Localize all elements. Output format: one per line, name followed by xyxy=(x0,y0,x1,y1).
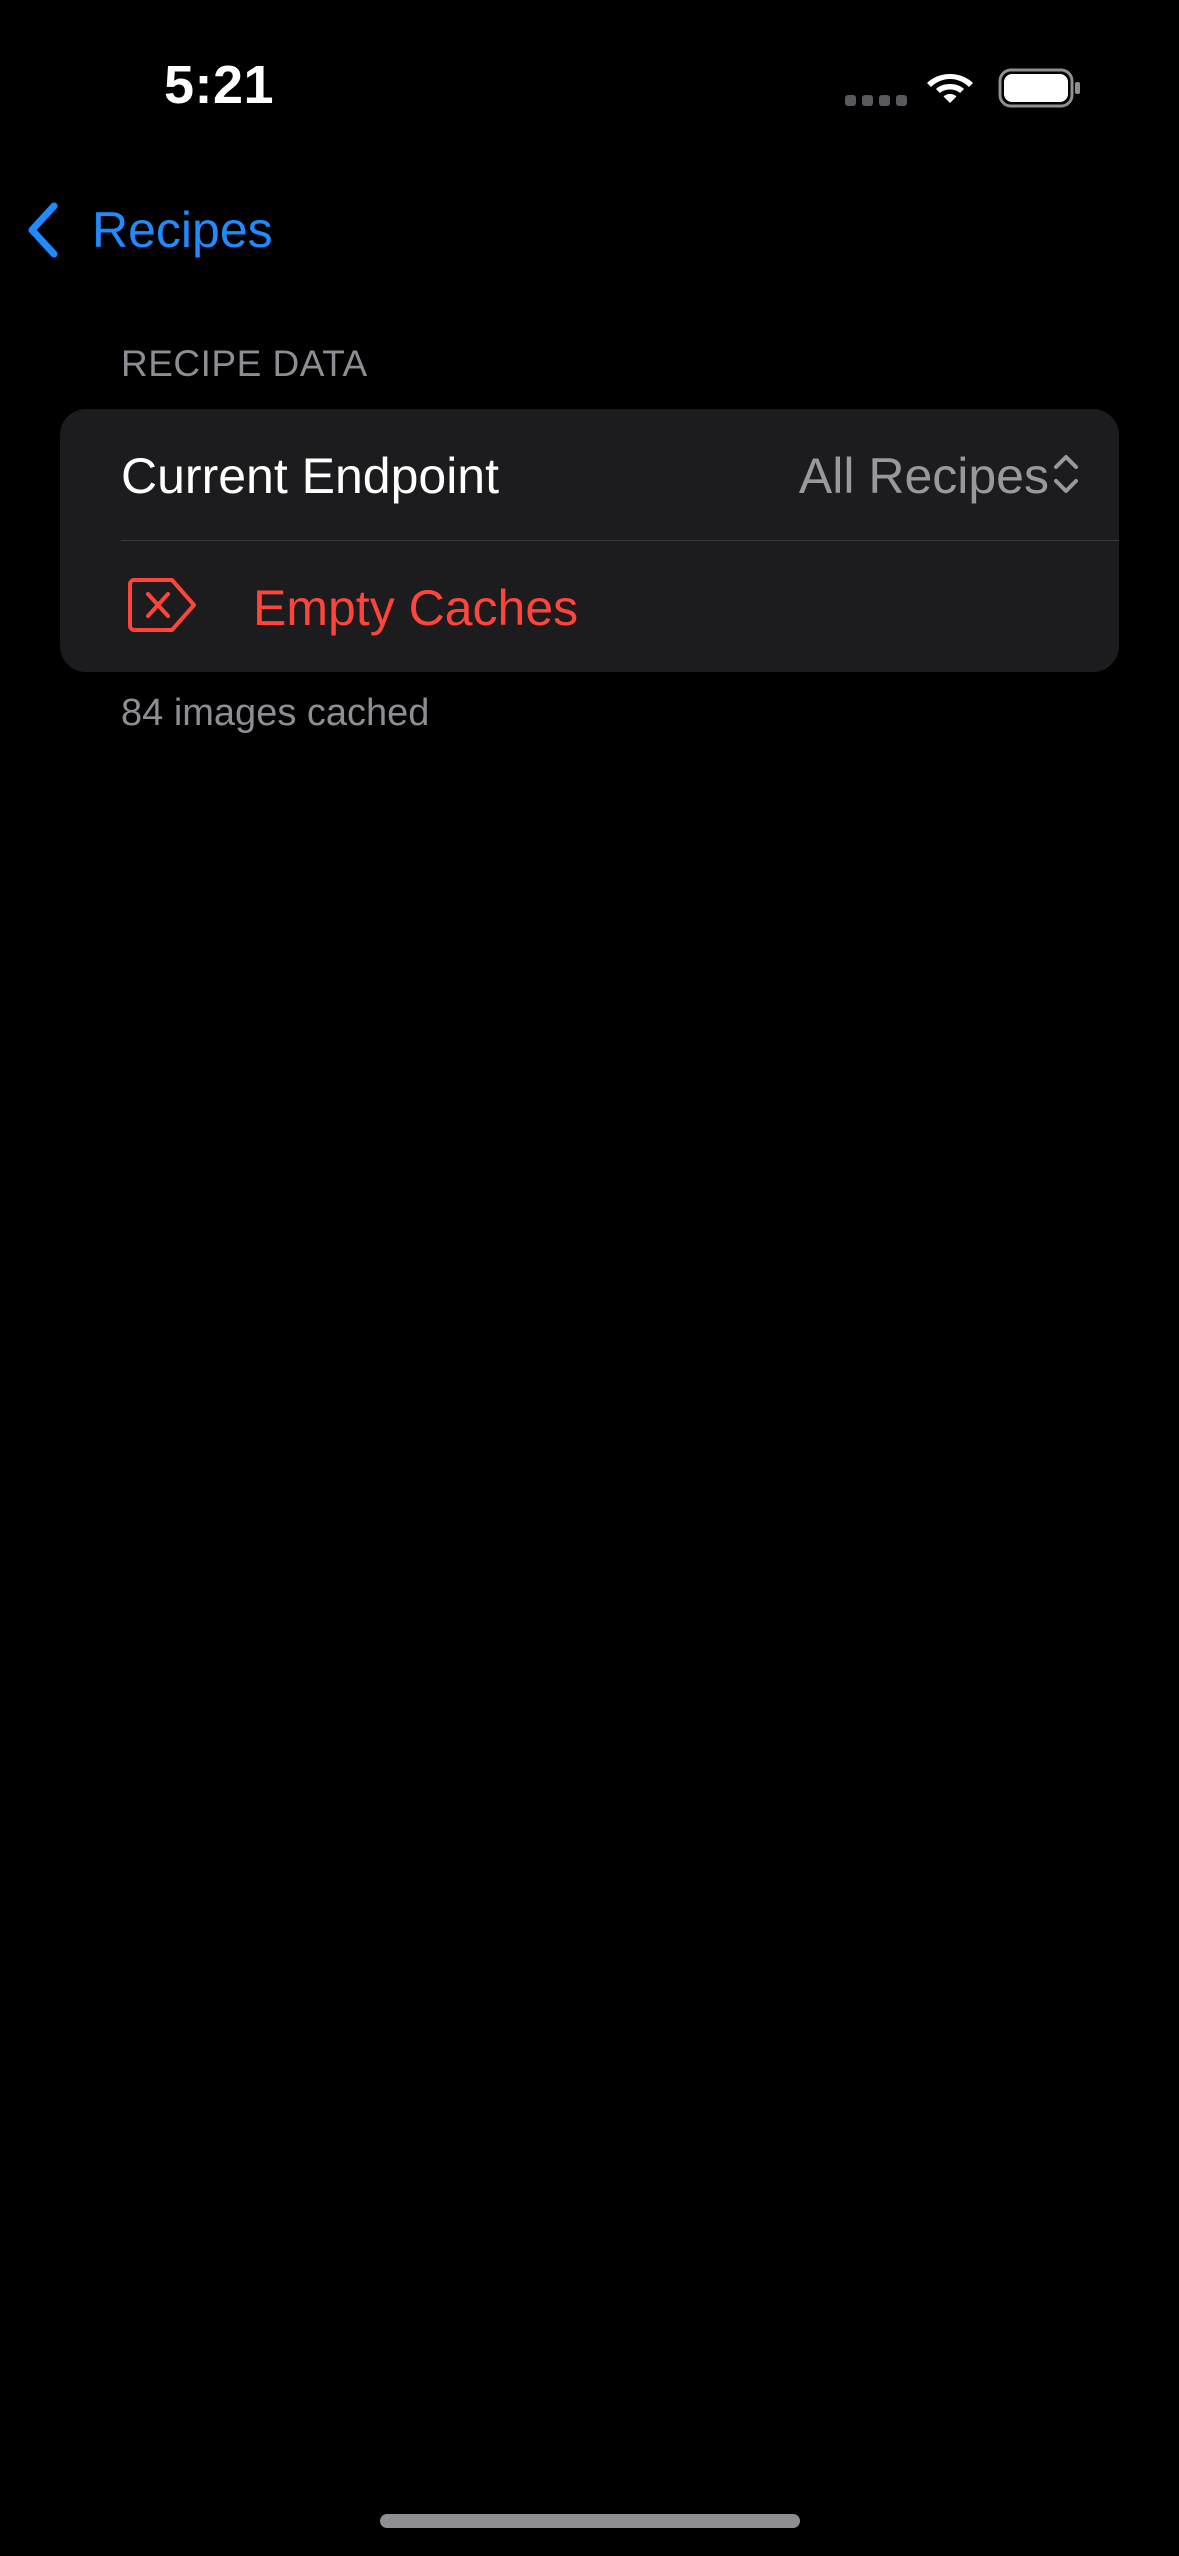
endpoint-value: All Recipes xyxy=(798,448,1049,504)
delete-backward-icon xyxy=(128,578,196,632)
section-header: RECIPE DATA xyxy=(121,343,368,384)
battery-icon xyxy=(998,68,1080,108)
chevron-up-down-icon xyxy=(1054,455,1078,493)
home-indicator[interactable] xyxy=(380,2514,800,2528)
endpoint-picker[interactable]: Current Endpoint All Recipes xyxy=(60,409,1119,540)
back-button[interactable]: Recipes xyxy=(24,190,273,270)
signal-dots-icon xyxy=(845,95,907,106)
settings-group: Current Endpoint All Recipes Empty Cache… xyxy=(60,409,1119,672)
empty-caches-button[interactable]: Empty Caches xyxy=(60,541,1119,672)
status-time: 5:21 xyxy=(164,55,275,115)
empty-caches-label: Empty Caches xyxy=(253,580,579,636)
status-bar: 5:21 xyxy=(0,0,1179,160)
endpoint-label: Current Endpoint xyxy=(121,448,500,504)
chevron-left-icon xyxy=(28,202,58,258)
wifi-icon xyxy=(927,74,973,103)
back-button-label: Recipes xyxy=(92,202,273,258)
section-footer: 84 images cached xyxy=(121,692,430,734)
